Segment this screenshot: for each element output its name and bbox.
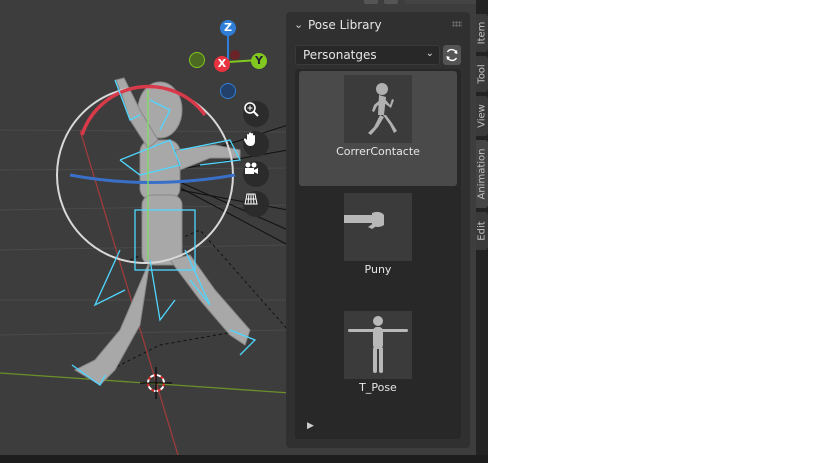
tab-item[interactable]: Item xyxy=(476,14,488,52)
zoom-icon[interactable] xyxy=(243,101,269,127)
pose-library-panel-header[interactable]: ⌄ Pose Library xyxy=(286,12,470,38)
tab-animation[interactable]: Animation xyxy=(476,140,488,208)
tab-edit[interactable]: Edit xyxy=(476,212,488,250)
gizmo-neg-z-axis[interactable] xyxy=(220,83,236,99)
tab-tool[interactable]: Tool xyxy=(476,56,488,92)
pose-thumbnail xyxy=(344,311,412,379)
refresh-button[interactable] xyxy=(443,45,461,65)
3d-cursor-icon xyxy=(140,367,172,399)
pose-options-header[interactable] xyxy=(360,0,485,6)
drag-handle-icon[interactable] xyxy=(452,21,462,27)
pose-thumbnail xyxy=(344,193,412,261)
pose-item-t-pose[interactable]: T_Pose xyxy=(299,307,457,422)
collection-dropdown[interactable]: Personatges ⌄ xyxy=(295,45,440,65)
sidebar-panel: ⌄ Pose Library Personatges ⌄ CorrerConta… xyxy=(286,12,470,448)
chevron-down-icon: ⌄ xyxy=(425,48,434,59)
camera-icon[interactable] xyxy=(243,161,269,187)
gizmo-y-axis[interactable]: Y xyxy=(251,53,267,69)
pose-item-correr-contacte[interactable]: CorrerContacte xyxy=(299,71,457,186)
panel-title: Pose Library xyxy=(308,18,382,32)
tab-view[interactable]: View xyxy=(476,96,488,136)
gizmo-x-axis[interactable]: X xyxy=(214,56,230,72)
collection-value: Personatges xyxy=(303,48,377,62)
chevron-down-icon[interactable]: ⌄ xyxy=(294,18,303,31)
pose-label: Puny xyxy=(364,263,392,276)
gizmo-neg-y-axis[interactable] xyxy=(189,52,205,68)
pose-list: CorrerContacte Puny T_Pose ▶ xyxy=(295,69,461,439)
gizmo-z-axis[interactable]: Z xyxy=(220,20,236,36)
sidebar-tabs: Item Tool View Animation Edit xyxy=(476,0,488,455)
blender-window: Z Y X ⌄ Pose Library Personatges ⌄ Corre… xyxy=(0,0,488,463)
refresh-icon xyxy=(446,48,458,62)
gizmo-neg-x-axis[interactable] xyxy=(230,50,240,60)
pose-label: CorrerContacte xyxy=(336,145,420,158)
bottom-bar xyxy=(0,455,488,463)
pose-label: T_Pose xyxy=(359,381,397,394)
pose-thumbnail xyxy=(344,75,412,143)
expand-arrow-icon[interactable]: ▶ xyxy=(307,421,314,431)
pose-item-puny[interactable]: Puny xyxy=(299,189,457,304)
pan-hand-icon[interactable] xyxy=(243,131,269,157)
grid-icon[interactable] xyxy=(243,191,269,217)
